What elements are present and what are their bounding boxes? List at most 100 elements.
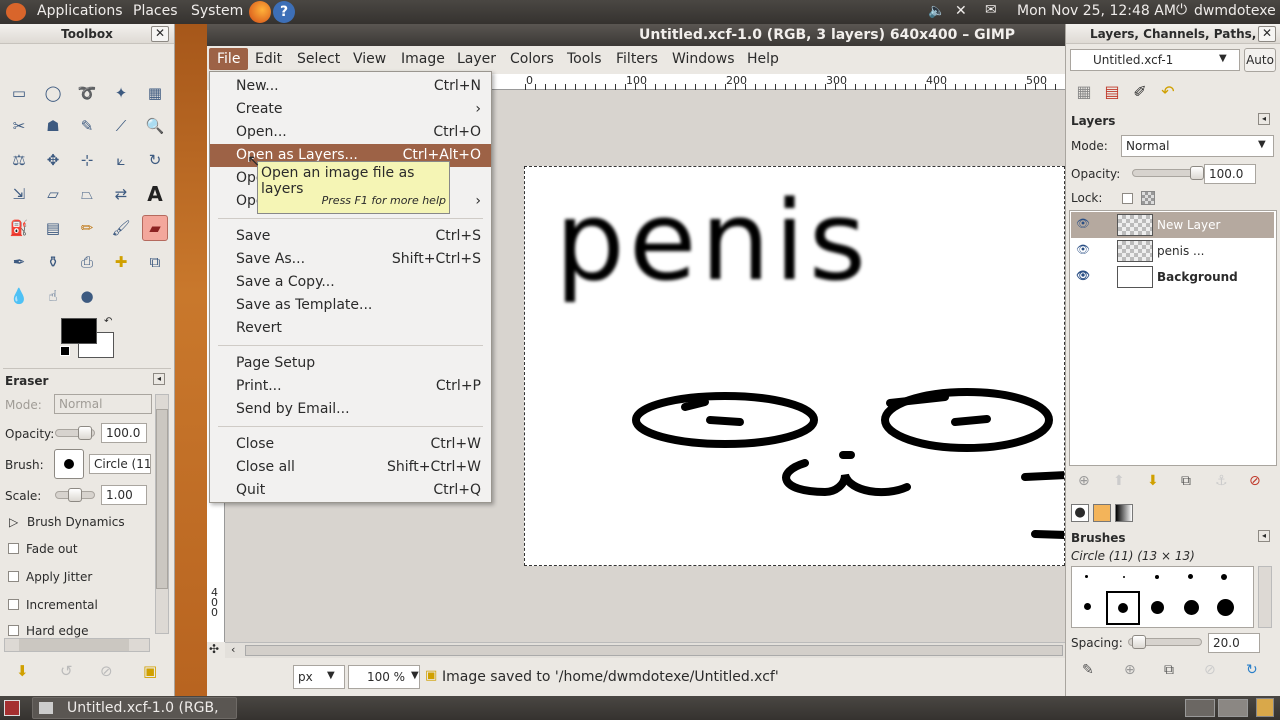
workspace-switcher[interactable]: [1185, 699, 1215, 717]
image-canvas[interactable]: penis: [524, 166, 1065, 566]
power-icon[interactable]: ⏻: [1176, 2, 1187, 18]
ellipse-select-icon[interactable]: ◯: [40, 80, 66, 106]
brush-preview-item[interactable]: [1155, 575, 1159, 579]
auto-button[interactable]: Auto: [1244, 48, 1276, 72]
mail-icon[interactable]: ✉: [985, 2, 997, 18]
color-picker-icon[interactable]: ⟋: [108, 113, 134, 139]
paths-tab-icon[interactable]: ✐: [1127, 82, 1153, 104]
foreground-color-swatch[interactable]: [61, 318, 97, 344]
show-desktop-icon[interactable]: [4, 700, 20, 716]
scrollbar-thumb[interactable]: [19, 639, 129, 651]
dodge-burn-icon[interactable]: ●: [74, 283, 100, 309]
ink-icon[interactable]: ⚱: [40, 249, 66, 275]
swap-colors-icon[interactable]: ↶: [104, 316, 112, 327]
channels-tab-icon[interactable]: ▤: [1099, 82, 1125, 104]
anchor-layer-icon[interactable]: ⚓: [1215, 473, 1228, 489]
fade-out-checkbox[interactable]: [8, 543, 19, 554]
menu-item-new[interactable]: New... Ctrl+N: [210, 75, 491, 98]
new-brush-icon[interactable]: ⊕: [1124, 662, 1136, 678]
foreground-select-icon[interactable]: ☗: [40, 113, 66, 139]
spacing-knob[interactable]: [1132, 635, 1146, 649]
brush-preview-item[interactable]: [1188, 574, 1193, 579]
vertical-scrollbar[interactable]: [155, 394, 169, 634]
brush-preview-item[interactable]: [1217, 599, 1234, 616]
perspective-clone-icon[interactable]: ⧉: [142, 249, 168, 275]
bucket-fill-icon[interactable]: ⛽: [6, 215, 32, 241]
layers-tab-icon[interactable]: ▦: [1071, 82, 1097, 104]
chevron-down-icon[interactable]: ▼: [411, 670, 419, 681]
heal-icon[interactable]: ✚: [108, 249, 134, 275]
layer-opacity-slider[interactable]: [1132, 169, 1198, 177]
menu-item-save-copy[interactable]: Save a Copy...: [210, 271, 491, 294]
close-icon[interactable]: ✕: [1258, 26, 1276, 42]
image-select[interactable]: Untitled.xcf-1: [1070, 49, 1240, 71]
chevron-down-icon[interactable]: ▼: [1219, 53, 1227, 64]
rotate-icon[interactable]: ↻: [142, 147, 168, 173]
menu-filters[interactable]: Filters: [616, 51, 658, 67]
brush-name-input[interactable]: Circle (11): [89, 454, 151, 474]
lock-pixels-checkbox[interactable]: [1122, 193, 1133, 204]
eraser-icon[interactable]: ▰: [142, 215, 168, 241]
zoom-icon[interactable]: 🔍: [142, 113, 168, 139]
eye-icon[interactable]: 👁: [1076, 243, 1090, 256]
horizontal-scrollbar[interactable]: [4, 638, 150, 652]
edit-brush-icon[interactable]: ✎: [1082, 662, 1094, 678]
network-icon[interactable]: ✕: [955, 3, 967, 19]
scrollbar-thumb[interactable]: [156, 409, 168, 589]
hard-edge-checkbox[interactable]: [8, 625, 19, 636]
brush-preview[interactable]: [54, 449, 84, 479]
panel-menu-icon[interactable]: ◂: [1258, 530, 1270, 542]
trash-icon[interactable]: [1256, 698, 1274, 717]
clone-icon[interactable]: ⎙: [74, 249, 100, 275]
brush-preview-item[interactable]: [1221, 574, 1227, 580]
eye-icon[interactable]: 👁: [1076, 269, 1090, 282]
airbrush-icon[interactable]: ✒: [6, 249, 32, 275]
delete-brush-icon[interactable]: ⊘: [1204, 662, 1216, 678]
brush-preview-item[interactable]: [1184, 600, 1199, 615]
menu-tools[interactable]: Tools: [567, 51, 602, 67]
layer-name[interactable]: penis ...: [1157, 244, 1204, 258]
ubuntu-logo-icon[interactable]: [6, 3, 26, 21]
scrollbar-thumb[interactable]: [245, 645, 1063, 656]
brush-preview-item[interactable]: [1151, 601, 1164, 614]
brush-dynamics-expander[interactable]: Brush Dynamics: [27, 515, 125, 529]
brush-preview-item[interactable]: [1123, 576, 1125, 578]
smudge-icon[interactable]: ☝: [40, 283, 66, 309]
menu-item-quit[interactable]: Quit Ctrl+Q: [210, 479, 491, 502]
move-icon[interactable]: ✥: [40, 147, 66, 173]
menu-item-save-template[interactable]: Save as Template...: [210, 294, 491, 317]
duplicate-brush-icon[interactable]: ⧉: [1164, 662, 1174, 678]
scale-icon[interactable]: ⇲: [6, 181, 32, 207]
chevron-down-icon[interactable]: ▼: [327, 670, 335, 681]
menu-item-close[interactable]: Close Ctrl+W: [210, 433, 491, 456]
firefox-icon[interactable]: [249, 1, 271, 23]
menu-item-save[interactable]: Save Ctrl+S: [210, 225, 491, 248]
taskbar-window-button[interactable]: Untitled.xcf-1.0 (RGB, ...: [32, 697, 237, 720]
menu-windows[interactable]: Windows: [672, 51, 735, 67]
menu-item-print[interactable]: Print... Ctrl+P: [210, 375, 491, 398]
layer-row-penis[interactable]: 👁 penis ...: [1071, 238, 1274, 264]
text-icon[interactable]: A: [142, 181, 168, 207]
menu-image[interactable]: Image: [401, 51, 445, 67]
menu-edit[interactable]: Edit: [255, 51, 282, 67]
menu-layer[interactable]: Layer: [457, 51, 496, 67]
brushes-tab-icon[interactable]: ●: [1071, 504, 1089, 522]
undo-tab-icon[interactable]: ↶: [1155, 82, 1181, 104]
delete-options-icon[interactable]: ⊘: [100, 662, 113, 680]
username[interactable]: dwmdotexe: [1194, 3, 1276, 19]
layer-name[interactable]: Background: [1157, 270, 1238, 284]
panel-menu-icon[interactable]: ◂: [153, 373, 165, 385]
system-menu[interactable]: System: [191, 3, 243, 19]
scroll-left-icon[interactable]: ‹: [231, 643, 235, 656]
menu-item-open[interactable]: Open... Ctrl+O: [210, 121, 491, 144]
delete-layer-icon[interactable]: ⊘: [1249, 473, 1261, 489]
help-icon[interactable]: ?: [273, 1, 295, 23]
brush-preview-item[interactable]: [1118, 603, 1128, 613]
scale-slider-knob[interactable]: [68, 488, 82, 502]
paintbrush-icon[interactable]: 🖌: [108, 215, 134, 241]
panel-menu-icon[interactable]: ◂: [1258, 113, 1270, 125]
layer-name[interactable]: New Layer: [1157, 218, 1220, 232]
hscroll[interactable]: ‹: [225, 642, 1065, 658]
align-icon[interactable]: ⊹: [74, 147, 100, 173]
paths-icon[interactable]: ✎: [74, 113, 100, 139]
